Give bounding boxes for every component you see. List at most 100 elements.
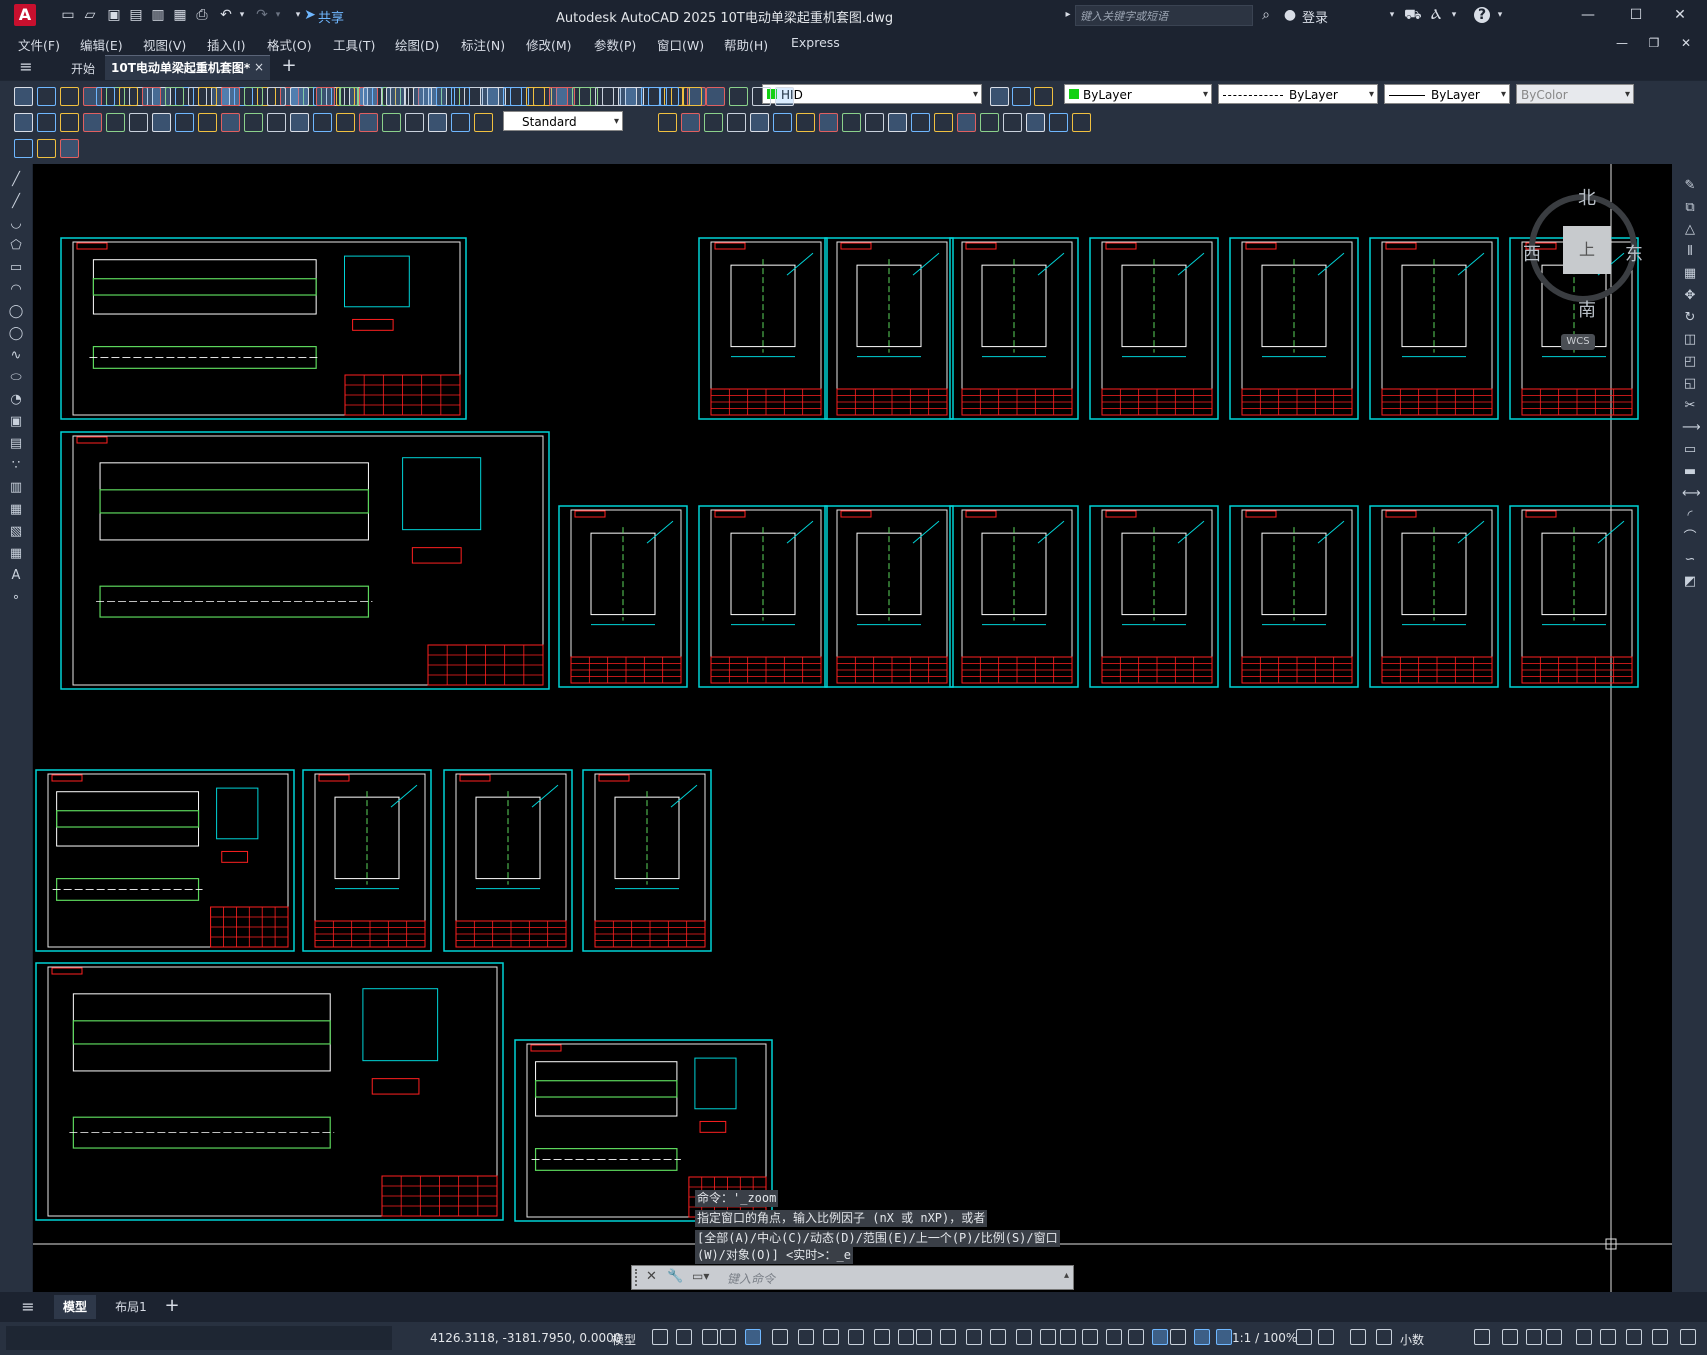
status-toggle-icon[interactable] [1546, 1329, 1562, 1345]
modify-tool-icon[interactable]: ⫴ [1682, 244, 1698, 260]
dimension-tool-icon[interactable] [60, 113, 79, 132]
dimension-tool-icon[interactable] [267, 113, 286, 132]
toolbar-tool-icon[interactable] [363, 87, 382, 106]
toolbar-tool-icon[interactable] [119, 87, 138, 106]
dimension-tool-icon[interactable] [405, 113, 424, 132]
close-window-button[interactable]: ✕ [1666, 4, 1694, 26]
modify-tool-icon[interactable] [658, 113, 677, 132]
toolbar-tool-icon[interactable] [316, 87, 335, 106]
toolbar-tool-icon[interactable] [142, 87, 161, 106]
draw-tool-icon[interactable]: ╱ [8, 194, 24, 210]
redo-dropdown-icon[interactable]: ▾ [270, 7, 286, 23]
status-toggle-icon[interactable] [798, 1329, 814, 1345]
modify-tool-icon[interactable] [865, 113, 884, 132]
toolbar-tool-icon[interactable] [729, 87, 748, 106]
toolbar-tool-icon[interactable] [165, 87, 184, 106]
menu-file[interactable]: 文件(F) [18, 35, 60, 54]
tab-document[interactable]: 10T电动单梁起重机套图* [105, 55, 270, 80]
draw-tool-icon[interactable]: ⬭ [8, 370, 24, 386]
draw-tool-icon[interactable]: ▥ [8, 480, 24, 496]
status-toggle-icon[interactable] [1652, 1329, 1668, 1345]
toolbar-tool-icon[interactable] [526, 87, 545, 106]
menu-insert[interactable]: 插入(I) [207, 35, 245, 54]
annotation-scale[interactable]: 1:1 / 100% [1232, 1331, 1297, 1345]
modify-tool-icon[interactable]: ◩ [1682, 574, 1698, 590]
toolbar-tool-icon[interactable] [572, 87, 591, 106]
toolbar-tool-icon[interactable] [413, 87, 432, 106]
modify-tool-icon[interactable]: ⟶ [1682, 420, 1701, 436]
toolbar-tool-icon[interactable] [503, 87, 522, 106]
modify-tool-icon[interactable] [1049, 113, 1068, 132]
status-toggle-icon[interactable] [745, 1329, 761, 1345]
draw-tool-icon[interactable]: A [8, 568, 24, 584]
modify-tool-icon[interactable] [727, 113, 746, 132]
minimize-window-button[interactable]: — [1574, 4, 1602, 26]
draw-tool-icon[interactable]: ∵ [8, 458, 24, 474]
doc-close-button[interactable]: ✕ [1672, 32, 1700, 54]
status-toggle-icon[interactable] [1170, 1329, 1186, 1345]
modify-tool-icon[interactable]: ▭ [1682, 442, 1698, 458]
menu-parametric[interactable]: 参数(P) [594, 35, 636, 54]
undo-icon[interactable]: ↶ [218, 7, 234, 23]
draw-tool-icon[interactable]: ∿ [8, 348, 24, 364]
modify-tool-icon[interactable]: ▬ [1682, 464, 1698, 480]
tab-start[interactable]: 开始 [58, 58, 108, 80]
modify-tool-icon[interactable] [934, 113, 953, 132]
layer-tool-icon[interactable] [1012, 87, 1031, 106]
draw-tool-icon[interactable]: ∘ [8, 590, 24, 606]
draw-tool-icon[interactable]: ▭ [8, 260, 24, 276]
draw-tool-icon[interactable]: ◔ [8, 392, 24, 408]
menu-window[interactable]: 窗口(W) [657, 35, 704, 54]
dimension-tool-icon[interactable] [428, 113, 447, 132]
modify-tool-icon[interactable] [957, 113, 976, 132]
modify-tool-icon[interactable]: ⟷ [1682, 486, 1701, 502]
dimension-tool-icon[interactable] [221, 113, 240, 132]
status-toggle-icon[interactable] [1526, 1329, 1542, 1345]
help-search-input[interactable]: 键入关键字或短语 [1075, 5, 1253, 26]
modify-tool-icon[interactable] [911, 113, 930, 132]
units-selector[interactable]: 小数 [1400, 1331, 1424, 1348]
dimension-tool-icon[interactable] [336, 113, 355, 132]
toolbar-tool-icon[interactable] [96, 87, 115, 106]
status-toggle-icon[interactable] [702, 1329, 718, 1345]
modify-tool-icon[interactable] [1072, 113, 1091, 132]
modify-tool-icon[interactable]: ◫ [1682, 332, 1698, 348]
autocad-logo-icon[interactable]: A [14, 4, 36, 26]
modify-tool-icon[interactable] [888, 113, 907, 132]
toolbar-tool-icon[interactable] [290, 87, 309, 106]
modify-tool-icon[interactable]: ⌒ [1682, 530, 1698, 546]
dimension-tool-icon[interactable] [451, 113, 470, 132]
new-tab-icon[interactable]: + [281, 57, 297, 75]
toolbar-tool-icon[interactable] [660, 87, 679, 106]
toolbar-tool-icon[interactable] [775, 87, 794, 106]
toolbar-tool-icon[interactable] [198, 87, 217, 106]
modify-tool-icon[interactable] [980, 113, 999, 132]
undo-dropdown-icon[interactable]: ▾ [234, 7, 250, 23]
status-toggle-icon[interactable] [1474, 1329, 1490, 1345]
toolbar-tool-icon[interactable] [244, 87, 263, 106]
close-tab-icon[interactable]: × [251, 59, 267, 75]
status-toggle-icon[interactable] [676, 1329, 692, 1345]
model-space-toggle[interactable]: 模型 [612, 1331, 636, 1348]
draw-tool-icon[interactable]: ◯ [8, 326, 24, 342]
toolbar-tool-icon[interactable] [37, 87, 56, 106]
viewcube-west[interactable]: 西 [1523, 240, 1541, 266]
status-toggle-icon[interactable] [823, 1329, 839, 1345]
dimension-tool-icon[interactable] [359, 113, 378, 132]
hamburger-menu-icon[interactable]: ≡ [18, 59, 34, 75]
command-line[interactable]: ✕ 🔧 ▭▾ 键入命令 ▴ [631, 1265, 1074, 1290]
customize-command-icon[interactable]: 🔧 [667, 1269, 683, 1284]
toolbar-tool-icon[interactable] [221, 87, 240, 106]
modify-tool-icon[interactable] [681, 113, 700, 132]
help-dropdown-icon[interactable]: ▾ [1492, 7, 1508, 23]
toolbar-tool-icon[interactable] [683, 87, 702, 106]
status-toggle-icon[interactable] [1194, 1329, 1210, 1345]
command-history-toggle-icon[interactable]: ▴ [1064, 1270, 1069, 1281]
redo-icon[interactable]: ↷ [254, 7, 270, 23]
draw-tool-icon[interactable]: ▦ [8, 546, 24, 562]
menu-modify[interactable]: 修改(M) [526, 35, 572, 54]
plotstyle-dropdown[interactable]: ByColor ▾ [1516, 84, 1634, 104]
dimension-tool-icon[interactable] [313, 113, 332, 132]
status-toggle-icon[interactable] [1106, 1329, 1122, 1345]
lineweight-dropdown[interactable]: ByLayer ▾ [1384, 84, 1510, 104]
